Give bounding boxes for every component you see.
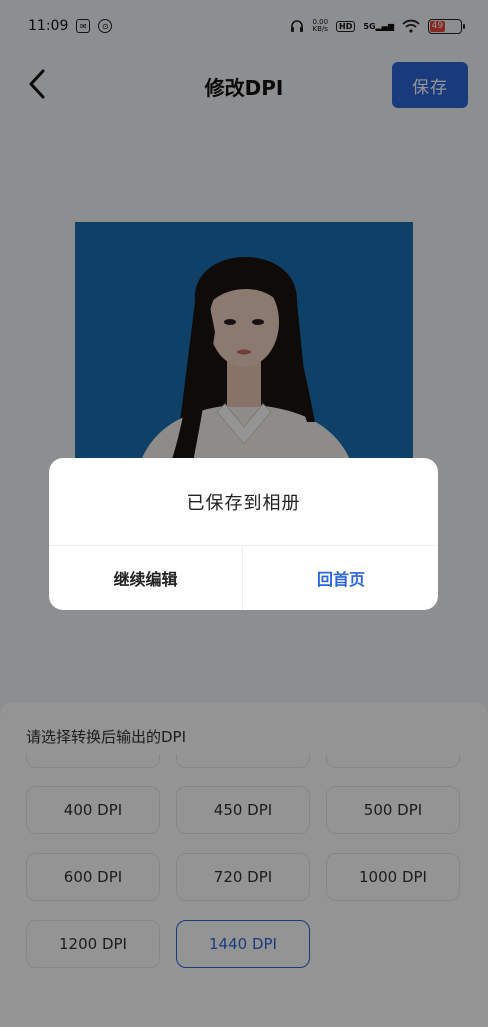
continue-editing-button[interactable]: 继续编辑 — [49, 546, 243, 610]
saved-dialog: 已保存到相册 继续编辑 回首页 — [49, 458, 438, 610]
dialog-message: 已保存到相册 — [186, 492, 301, 514]
go-home-button[interactable]: 回首页 — [244, 546, 438, 610]
